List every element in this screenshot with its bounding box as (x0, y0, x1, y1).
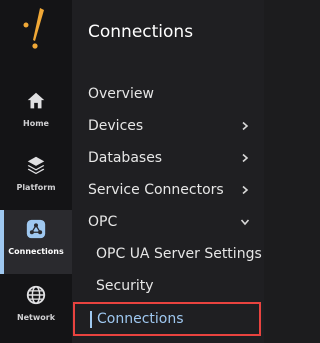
rail-item-home[interactable]: Home (0, 82, 72, 146)
rail-item-connections[interactable]: Connections (0, 210, 72, 274)
rail-item-network[interactable]: Network (0, 276, 72, 340)
rail-item-label: Connections (8, 247, 64, 256)
chevron-right-icon (242, 121, 249, 131)
rail-item-label: Network (16, 313, 56, 322)
page-title: Connections (88, 22, 194, 42)
menu-item-service-connectors[interactable]: Service Connectors (88, 175, 250, 205)
menu-item-label: Service Connectors (88, 182, 224, 198)
sub-item-label: Connections (97, 311, 184, 327)
chevron-down-icon (240, 219, 250, 226)
rail-item-platform[interactable]: Platform (0, 146, 72, 210)
menu-item-label: Databases (88, 150, 163, 166)
rail-item-label: Home (23, 119, 49, 128)
nav-rail: Home Platform Connections Network (0, 0, 72, 343)
menu-item-overview[interactable]: Overview (88, 79, 250, 109)
menu-item-label: Devices (88, 118, 144, 134)
app-logo (23, 8, 44, 49)
connections-panel: Connections Overview Devices Databases S… (72, 0, 264, 343)
connections-icon (26, 219, 46, 239)
sub-item-label: Security (96, 278, 154, 294)
globe-icon (26, 285, 46, 305)
menu-item-devices[interactable]: Devices (88, 111, 250, 141)
layers-icon (27, 156, 45, 175)
sub-item-security[interactable]: Security (96, 271, 154, 301)
menu-item-label: OPC (88, 214, 118, 230)
active-indicator (90, 311, 92, 328)
menu-item-opc[interactable]: OPC (88, 207, 250, 237)
menu-item-label: Overview (88, 86, 154, 102)
chevron-right-icon (242, 185, 249, 195)
sub-item-connections[interactable]: Connections (73, 302, 261, 336)
chevron-right-icon (242, 153, 249, 163)
sub-item-label: OPC UA Server Settings (96, 246, 262, 262)
menu-item-databases[interactable]: Databases (88, 143, 250, 173)
rail-item-label: Platform (16, 183, 56, 192)
sub-item-opc-ua-server-settings[interactable]: OPC UA Server Settings (96, 239, 262, 269)
home-icon (27, 92, 45, 109)
